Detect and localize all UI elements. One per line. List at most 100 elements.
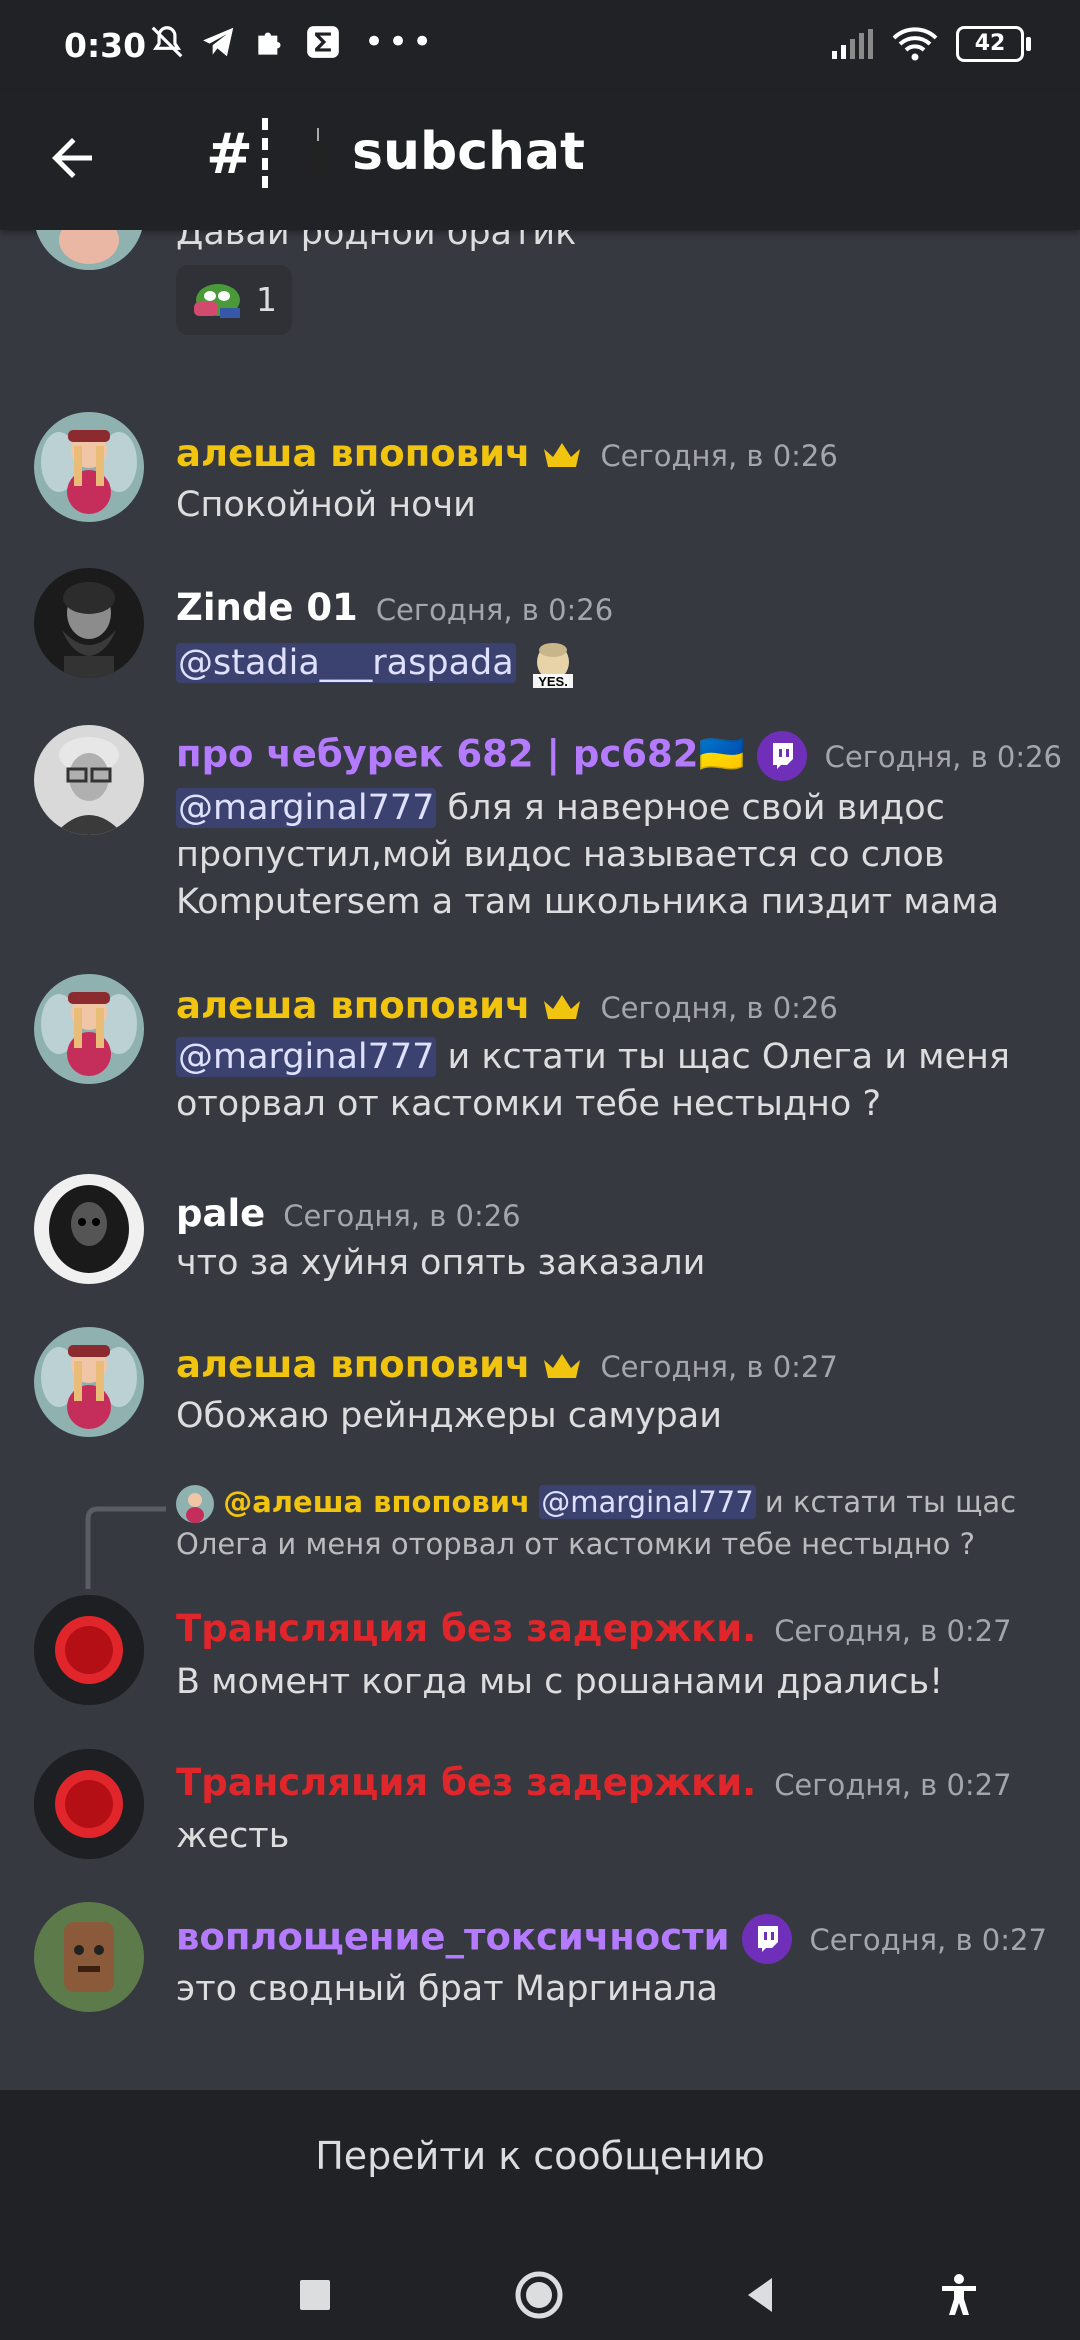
message-author[interactable]: алеша впопович Сегодня, в 0:26: [176, 984, 838, 1027]
recents-icon[interactable]: [290, 2270, 340, 2320]
message-item[interactable]: Трансляция без задержки. Сегодня, в 0:27 …: [0, 1749, 1080, 1869]
message-text: Давай родной братик: [176, 230, 577, 253]
author-name[interactable]: алеша впопович: [176, 432, 530, 475]
message-item[interactable]: про чебурек 682 | pc682🇺🇦 Сегодня, в 0:26…: [0, 725, 1080, 925]
author-name[interactable]: pale: [176, 1192, 265, 1235]
message-text: @stadia___raspada YES.: [176, 638, 1036, 690]
channel-separator-icon: [262, 118, 268, 188]
reply-text: и кстати ты щас: [755, 1485, 1017, 1519]
crown-icon: [544, 1353, 581, 1378]
message-timestamp: Сегодня, в 0:27: [809, 1922, 1047, 1957]
message-item[interactable]: pale Сегодня, в 0:26 что за хуйня опять з…: [0, 1174, 1080, 1294]
avatar[interactable]: [34, 1174, 144, 1284]
message-text: что за хуйня опять заказали: [176, 1243, 706, 1283]
message-author[interactable]: алеша впопович Сегодня, в 0:26: [176, 432, 838, 475]
mute-icon: [151, 26, 183, 58]
yes-emoji-icon: YES.: [532, 643, 573, 689]
avatar[interactable]: [34, 1327, 144, 1437]
reaction-count: 1: [256, 280, 277, 319]
reaction-chip[interactable]: 1: [176, 265, 292, 335]
message-author[interactable]: Zinde 01 Сегодня, в 0:26: [176, 586, 613, 629]
avatar[interactable]: [34, 230, 144, 270]
message-text: @marginal777 бля я наверное свой видос п…: [176, 785, 1036, 926]
message-item[interactable]: алеша впопович Сегодня, в 0:26 @marginal7…: [0, 974, 1080, 1134]
author-name[interactable]: Zinde 01: [176, 586, 358, 629]
avatar[interactable]: [34, 725, 144, 835]
reply-preview[interactable]: @алеша впопович @marginal777 и кстати ты…: [176, 1481, 1056, 1565]
twitch-icon: [741, 1914, 792, 1964]
message-item[interactable]: воплощение_токсичности Сегодня, в 0:27 эт…: [0, 1902, 1080, 2022]
message-item[interactable]: алеша впопович Сегодня, в 0:26 Спокойной …: [0, 412, 1080, 525]
crown-icon: [544, 442, 581, 467]
avatar[interactable]: [34, 1902, 144, 2012]
puzzle-icon: [258, 32, 281, 55]
user-mention[interactable]: @marginal777: [176, 1037, 437, 1077]
channel-hash-icon: #: [206, 122, 253, 187]
status-bar: 0:30 ••• 42: [0, 0, 1080, 92]
message-timestamp: Сегодня, в 0:26: [600, 991, 838, 1025]
svg-text:YES.: YES.: [538, 674, 568, 689]
jump-to-message-button[interactable]: Перейти к сообщению: [0, 2134, 1080, 2178]
signal-icon: [832, 29, 873, 59]
channel-header: # subchat: [0, 92, 1080, 230]
battery-indicator: 42: [956, 26, 1031, 62]
message-text: Обожаю рейнджеры самураи: [176, 1396, 722, 1436]
user-mention[interactable]: @marginal777: [176, 788, 437, 828]
message-author[interactable]: pale Сегодня, в 0:26: [176, 1192, 521, 1235]
status-time: 0:30: [64, 26, 147, 65]
twitch-icon: [756, 731, 807, 781]
message-timestamp: Сегодня, в 0:26: [375, 593, 614, 627]
message-text: В момент когда мы с рошанами дрались!: [176, 1662, 944, 1702]
author-name[interactable]: воплощение_токсичности: [176, 1916, 730, 1959]
author-name[interactable]: алеша впопович: [176, 1343, 530, 1386]
message-timestamp: Сегодня, в 0:27: [774, 1768, 1012, 1802]
message-text: @marginal777 и кстати ты щас Олега и мен…: [176, 1034, 1036, 1128]
wifi-icon: [892, 27, 938, 61]
message-timestamp: Сегодня, в 0:27: [600, 1350, 838, 1384]
back-arrow-icon[interactable]: [42, 128, 102, 188]
message-item[interactable]: Давай родной братик 1: [0, 230, 1080, 370]
message-timestamp: Сегодня, в 0:26: [600, 439, 838, 473]
accessibility-icon[interactable]: [934, 2270, 984, 2320]
system-nav-bar: [0, 2250, 1080, 2340]
avatar[interactable]: [34, 1749, 144, 1859]
message-timestamp: Сегодня, в 0:26: [283, 1199, 521, 1233]
reply-author[interactable]: @алеша впопович: [223, 1485, 530, 1519]
message-text: Спокойной ночи: [176, 485, 476, 525]
message-author[interactable]: воплощение_токсичности Сегодня, в 0:27: [176, 1914, 1047, 1964]
system-icons: 42: [832, 26, 1031, 62]
author-name[interactable]: Трансляция без задержки.: [176, 1761, 756, 1804]
message-item[interactable]: Zinde 01 Сегодня, в 0:26 @stadia___raspad…: [0, 568, 1080, 689]
home-icon[interactable]: [514, 2270, 564, 2320]
user-mention[interactable]: @stadia___raspada: [176, 643, 516, 683]
message-text: жесть: [176, 1816, 290, 1856]
reply-connector: [85, 1506, 166, 1589]
pepe-emoji-icon: [194, 284, 240, 318]
sigma-icon: [307, 26, 339, 58]
notification-icons: •••: [148, 22, 436, 62]
avatar[interactable]: [34, 412, 144, 522]
author-name[interactable]: алеша впопович: [176, 984, 530, 1027]
avatar[interactable]: [34, 1595, 144, 1705]
channel-name[interactable]: subchat: [352, 122, 585, 182]
user-mention[interactable]: @marginal777: [539, 1485, 756, 1519]
author-name[interactable]: про чебурек 682 | pc682🇺🇦: [176, 733, 745, 776]
reply-avatar: [176, 1485, 214, 1523]
message-text: это сводный брат Маргинала: [176, 1969, 718, 2009]
message-timestamp: Сегодня, в 0:27: [774, 1614, 1012, 1648]
avatar[interactable]: [34, 568, 144, 678]
message-author[interactable]: алеша впопович Сегодня, в 0:27: [176, 1343, 838, 1386]
message-list[interactable]: Давай родной братик 1 алеша впопович Сего…: [0, 230, 1080, 2090]
reply-text: Олега и меня оторвал от кастомки тебе не…: [176, 1527, 976, 1561]
message-item[interactable]: @алеша впопович @marginal777 и кстати ты…: [0, 1475, 1080, 1715]
crown-icon: [544, 994, 581, 1019]
back-icon[interactable]: [736, 2270, 786, 2320]
message-author[interactable]: про чебурек 682 | pc682🇺🇦 Сегодня, в 0:26: [176, 731, 1062, 781]
message-author[interactable]: Трансляция без задержки. Сегодня, в 0:27: [176, 1607, 1012, 1650]
avatar[interactable]: [34, 974, 144, 1084]
spider-icon: [294, 128, 342, 182]
message-item[interactable]: алеша впопович Сегодня, в 0:27 Обожаю рей…: [0, 1327, 1080, 1447]
author-name[interactable]: Трансляция без задержки.: [176, 1607, 756, 1650]
bottom-bar: Перейти к сообщению: [0, 2090, 1080, 2340]
message-author[interactable]: Трансляция без задержки. Сегодня, в 0:27: [176, 1761, 1012, 1804]
